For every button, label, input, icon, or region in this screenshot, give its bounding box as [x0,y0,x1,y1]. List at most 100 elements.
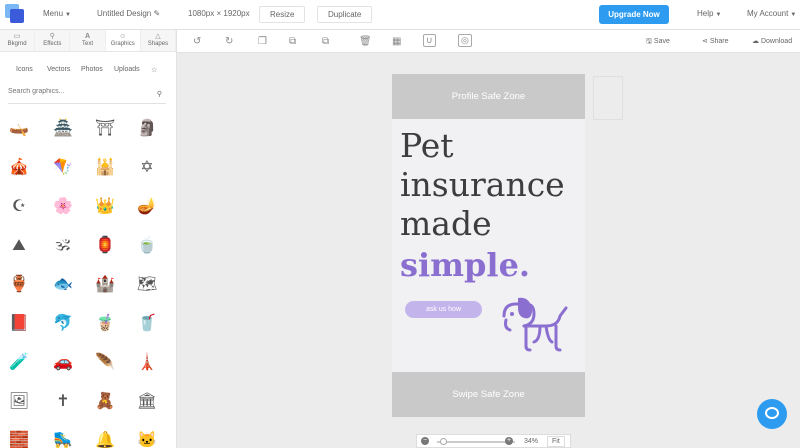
account-menu[interactable]: My Account ▼ [747,9,796,18]
headline-text[interactable]: Pet insurance made [400,126,565,243]
download-button[interactable]: ☁ Download [752,37,792,45]
resize-button[interactable]: Resize [259,6,306,23]
chat-icon [765,407,779,419]
graphic-item[interactable]: 🪁 [52,157,74,179]
tab-text[interactable]: A Text [70,30,106,51]
graphic-item[interactable]: 🗼 [136,352,158,374]
zoom-slider-handle[interactable] [440,438,447,445]
copy-icon[interactable]: ❐ [258,36,267,47]
grid-icon[interactable]: ▦ [392,36,401,47]
graphic-item[interactable]: 🐱 [136,430,158,448]
tab-effects[interactable]: ⚲ Effects [35,30,71,51]
graphic-item[interactable]: 🏯 [52,118,74,140]
headline-line-1: Pet [400,126,454,165]
graphic-item[interactable]: 📕 [8,313,30,335]
search-icon[interactable]: ⚲ [157,90,162,98]
graphic-item[interactable]: 🗺 [136,274,158,296]
magnet-icon[interactable]: ∪ [423,34,436,47]
zoom-in-icon[interactable]: + [505,437,513,445]
subtab-photos[interactable]: Photos [81,66,103,73]
graphics-search: ⚲ [8,88,166,104]
subtab-vectors[interactable]: Vectors [47,66,70,73]
graphic-item[interactable]: 👑 [94,196,116,218]
subtab-icons[interactable]: Icons [16,66,33,73]
duplicate-button[interactable]: Duplicate [317,6,373,23]
chat-help-button[interactable] [757,399,787,429]
fit-button[interactable]: Fit [547,436,565,447]
graphic-item[interactable]: 🐬 [52,313,74,335]
graphic-item[interactable]: 🥤 [136,313,158,335]
graphic-item[interactable]: 🚗 [52,352,74,374]
cta-button[interactable]: ask us how [405,301,482,318]
graphic-item[interactable]: ✝ [52,391,74,413]
save-icon: 🖫 [646,38,652,45]
swipe-safe-zone: Swipe Safe Zone [392,372,585,417]
redo-icon[interactable]: ↻ [225,36,233,47]
app-logo[interactable] [5,4,25,24]
graphic-item[interactable]: ✡ [136,157,158,179]
graphic-item[interactable]: 🧋 [94,313,116,335]
design-title[interactable]: Untitled Design ✎ [97,9,160,18]
profile-safe-zone: Profile Safe Zone [392,74,585,119]
dog-icon[interactable] [496,294,576,359]
graphic-item[interactable]: ⛩ [94,118,116,140]
graphic-item[interactable]: ⛰ [8,235,30,257]
graphic-item[interactable]: 🧱 [8,430,30,448]
trash-icon[interactable]: 🗑 [359,36,372,47]
subtab-uploads[interactable]: Uploads [114,66,140,73]
headline-line-3: made [400,204,492,243]
graphic-item[interactable]: ☪ [8,196,30,218]
upgrade-button[interactable]: Upgrade Now [599,5,669,24]
graphics-icon: ☺ [119,33,127,40]
tab-graphics[interactable]: ☺ Graphics [105,30,141,51]
zoom-level: 34% [524,438,539,445]
graphic-item[interactable]: 🧪 [8,352,30,374]
graphic-item[interactable]: 🏺 [8,274,30,296]
graphic-item[interactable]: 🪶 [94,352,116,374]
help-menu[interactable]: Help ▼ [697,9,721,18]
left-panel: ▭ Bkgrnd ⚲ Effects A Text ☺ Graphics △ Shapes… [0,30,177,448]
graphic-item[interactable]: 🔔 [94,430,116,448]
graphic-item[interactable]: 🏮 [94,235,116,257]
share-button[interactable]: ⋖ Share [702,37,729,45]
image-icon: ▭ [13,33,21,40]
search-input[interactable] [8,88,148,95]
graphic-item[interactable]: 🏰 [94,274,116,296]
layer-up-icon[interactable]: ⧉ [322,36,329,47]
design-canvas[interactable]: Profile Safe Zone Pet insurance made sim… [392,74,585,417]
subtab-favorites[interactable]: ☆ [151,66,157,74]
download-icon: ☁ [752,38,759,45]
undo-icon[interactable]: ↺ [193,36,201,47]
graphic-item[interactable]: 🛶 [8,118,30,140]
headline-emphasis[interactable]: simple. [400,246,530,284]
layer-down-icon[interactable]: ⧉ [289,36,296,47]
tab-bkgrnd[interactable]: ▭ Bkgrnd [0,30,36,51]
zoom-bar: − + 34% Fit [416,434,571,448]
page-thumbnail[interactable] [593,76,623,120]
graphic-item[interactable]: 🏛 [136,391,158,413]
shapes-icon: △ [155,33,161,40]
graphic-item[interactable]: 🗿 [136,118,158,140]
graphic-item[interactable]: 🪔 [136,196,158,218]
graphic-item[interactable]: 🎪 [8,157,30,179]
graphic-item[interactable]: 🌸 [52,196,74,218]
zoom-out-icon[interactable]: − [421,437,429,445]
graphic-item[interactable]: 🕉 [52,235,74,257]
menu-button[interactable]: Menu ▼ [43,9,71,18]
share-icon: ⋖ [702,38,708,45]
graphic-item[interactable]: 🍵 [136,235,158,257]
graphic-item[interactable]: 🐟 [52,274,74,296]
zoom-slider[interactable] [437,441,515,443]
graphic-item[interactable]: 🛼 [52,430,74,448]
dimensions-label: 1080px × 1920px [188,9,250,18]
save-button[interactable]: 🖫 Save [646,37,670,48]
instagram-icon[interactable]: ◎ [458,34,472,47]
graphic-item[interactable]: 🕌 [94,157,116,179]
graphic-item[interactable]: 🧸 [94,391,116,413]
tab-shapes[interactable]: △ Shapes [140,30,177,51]
graphic-item[interactable]: 🖼 [8,391,30,413]
wand-icon: ⚲ [49,33,55,40]
headline-line-2: insurance [400,165,565,204]
text-icon: A [84,33,91,40]
pencil-icon: ✎ [153,9,161,18]
